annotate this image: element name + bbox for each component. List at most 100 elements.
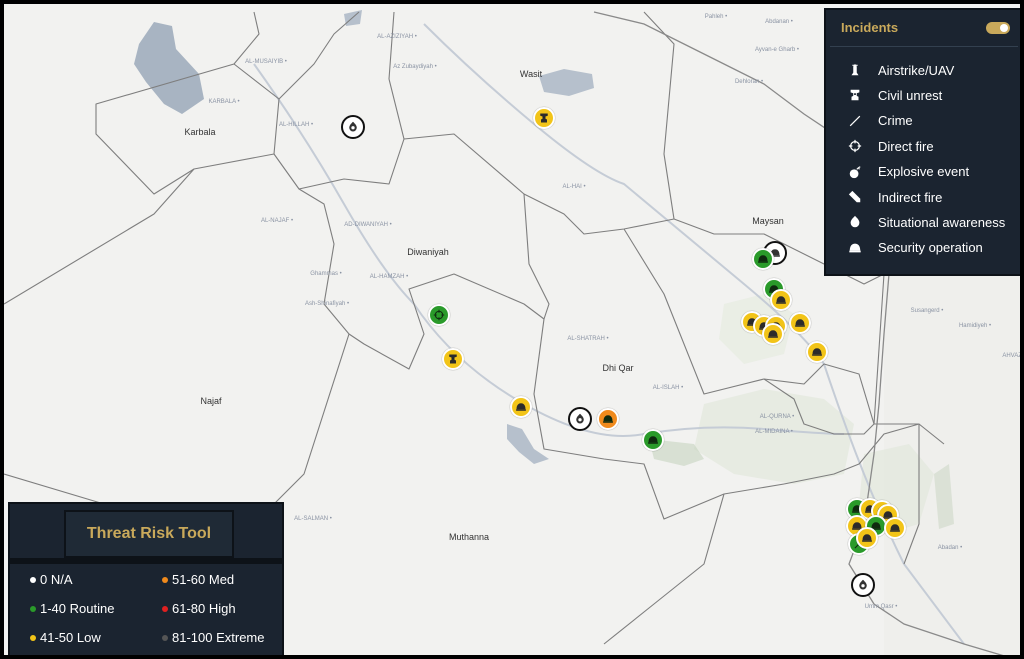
threat-risk-title: Threat Risk Tool bbox=[64, 510, 234, 558]
threat-risk-panel: Threat Risk Tool 0 N/A 1-40 Routine 41-50 … bbox=[8, 502, 284, 655]
town-label: KARBALA • bbox=[208, 99, 240, 105]
civil-unrest-marker[interactable] bbox=[442, 348, 464, 370]
explosive-event-icon bbox=[844, 164, 866, 180]
security-operation-marker[interactable] bbox=[762, 323, 784, 345]
incidents-toggle[interactable] bbox=[986, 22, 1010, 34]
town-label: AHVAZ • bbox=[1002, 353, 1024, 359]
security-operation-icon bbox=[811, 346, 823, 358]
town-label: Hamidiyeh • bbox=[958, 323, 992, 329]
threat-level-dot bbox=[162, 605, 168, 612]
threat-level-item: 41-50 Low bbox=[30, 630, 101, 645]
incident-type-situational-awareness[interactable]: Situational awareness bbox=[844, 212, 1005, 232]
security-operation-marker[interactable] bbox=[510, 396, 532, 418]
town-label: AL-SALMAN • bbox=[294, 516, 332, 522]
security-operation-marker[interactable] bbox=[597, 408, 619, 430]
town-label: Dehloran • bbox=[734, 79, 764, 85]
situational-awareness-marker[interactable] bbox=[851, 573, 875, 597]
security-operation-icon bbox=[889, 522, 901, 534]
security-operation-icon bbox=[647, 434, 659, 446]
situational-awareness-icon bbox=[844, 214, 866, 230]
governorate-label: Wasit bbox=[519, 69, 543, 79]
threat-level-dot bbox=[162, 576, 168, 583]
incident-type-label: Crime bbox=[878, 113, 913, 129]
town-label: AL-AZIZIYAH • bbox=[377, 34, 417, 40]
threat-level-dot bbox=[30, 576, 36, 583]
incident-type-label: Explosive event bbox=[878, 164, 970, 180]
security-operation-icon bbox=[767, 328, 779, 340]
governorate-label: Diwaniyah bbox=[407, 247, 449, 257]
security-operation-marker[interactable] bbox=[856, 527, 878, 549]
governorate-label: Muthanna bbox=[448, 532, 490, 542]
incident-type-label: Direct fire bbox=[878, 138, 934, 154]
situational-awareness-marker[interactable] bbox=[568, 407, 592, 431]
threat-level-item: 81-100 Extreme bbox=[162, 630, 265, 645]
security-operation-marker[interactable] bbox=[752, 248, 774, 270]
threat-level-label: 51-60 Med bbox=[172, 572, 235, 587]
town-label: AL-HILLAH • bbox=[278, 122, 314, 128]
crime-icon bbox=[844, 113, 866, 129]
incident-type-indirect-fire[interactable]: Indirect fire bbox=[844, 187, 942, 207]
security-operation-marker[interactable] bbox=[789, 312, 811, 334]
security-operation-marker[interactable] bbox=[642, 429, 664, 451]
town-label: AL-HAMZAH • bbox=[369, 274, 409, 280]
situational-awareness-icon bbox=[857, 579, 869, 591]
airstrike-uav-icon bbox=[844, 62, 866, 78]
security-operation-marker[interactable] bbox=[770, 289, 792, 311]
threat-level-label: 81-100 Extreme bbox=[172, 630, 265, 645]
threat-level-label: 41-50 Low bbox=[40, 630, 101, 645]
town-label: Az Zubaydiyah • bbox=[393, 64, 437, 70]
incident-type-direct-fire[interactable]: Direct fire bbox=[844, 136, 934, 156]
threat-level-dot bbox=[30, 605, 36, 612]
town-label: Ghammas • bbox=[310, 271, 342, 277]
threat-level-dot bbox=[162, 634, 168, 641]
security-operation-icon bbox=[861, 532, 873, 544]
civil-unrest-icon bbox=[447, 353, 459, 365]
security-operation-marker[interactable] bbox=[884, 517, 906, 539]
incidents-title: Incidents bbox=[841, 20, 899, 35]
map-frame: Karbala Wasit Diwaniyah Maysan Dhi Qar Najaf M… bbox=[0, 0, 1024, 659]
town-label: Pahleh • bbox=[704, 14, 728, 20]
incident-type-crime[interactable]: Crime bbox=[844, 111, 913, 131]
situational-awareness-icon bbox=[574, 413, 586, 425]
civil-unrest-marker[interactable] bbox=[533, 107, 555, 129]
incident-type-civil-unrest[interactable]: Civil unrest bbox=[844, 85, 942, 105]
town-label: AL-MUSAIYIB • bbox=[245, 59, 287, 65]
town-label: AL-SHATRAH • bbox=[567, 336, 609, 342]
indirect-fire-icon bbox=[844, 189, 866, 205]
incident-type-label: Airstrike/UAV bbox=[878, 62, 955, 78]
threat-level-label: 0 N/A bbox=[40, 572, 73, 587]
direct-fire-icon bbox=[433, 309, 445, 321]
threat-level-label: 1-40 Routine bbox=[40, 601, 115, 616]
incident-type-airstrike-uav[interactable]: Airstrike/UAV bbox=[844, 60, 954, 80]
security-operation-icon bbox=[757, 253, 769, 265]
security-operation-icon bbox=[844, 240, 866, 256]
threat-level-item: 1-40 Routine bbox=[30, 601, 114, 616]
situational-awareness-marker[interactable] bbox=[341, 115, 365, 139]
town-label: Abdanan • bbox=[765, 19, 793, 25]
incident-type-label: Situational awareness bbox=[878, 214, 1006, 230]
governorate-label: Dhi Qar bbox=[602, 363, 634, 373]
governorate-label: Najaf bbox=[200, 396, 222, 406]
governorate-label: Maysan bbox=[752, 216, 784, 226]
direct-fire-marker[interactable] bbox=[428, 304, 450, 326]
threat-level-label: 61-80 High bbox=[172, 601, 236, 616]
town-label: Abadan • bbox=[937, 545, 963, 551]
security-operation-icon bbox=[602, 413, 614, 425]
town-label: Umm Qasr • bbox=[864, 604, 898, 610]
governorate-label: Karbala bbox=[184, 127, 216, 137]
direct-fire-icon bbox=[844, 138, 866, 154]
incident-type-security-operation[interactable]: Security operation bbox=[844, 238, 983, 258]
panel-band bbox=[10, 558, 282, 564]
civil-unrest-icon bbox=[844, 87, 866, 103]
town-label: Ash-Shinafiyah • bbox=[304, 301, 350, 307]
situational-awareness-icon bbox=[347, 121, 359, 133]
security-operation-marker[interactable] bbox=[806, 341, 828, 363]
threat-level-item: 0 N/A bbox=[30, 572, 73, 587]
threat-level-item: 61-80 High bbox=[162, 601, 236, 616]
town-label: Susangerd • bbox=[910, 308, 944, 314]
security-operation-icon bbox=[794, 317, 806, 329]
town-label: AL-HAI • bbox=[562, 184, 586, 190]
security-operation-icon bbox=[515, 401, 527, 413]
threat-level-dot bbox=[30, 634, 36, 641]
incident-type-explosive-event[interactable]: Explosive event bbox=[844, 162, 969, 182]
